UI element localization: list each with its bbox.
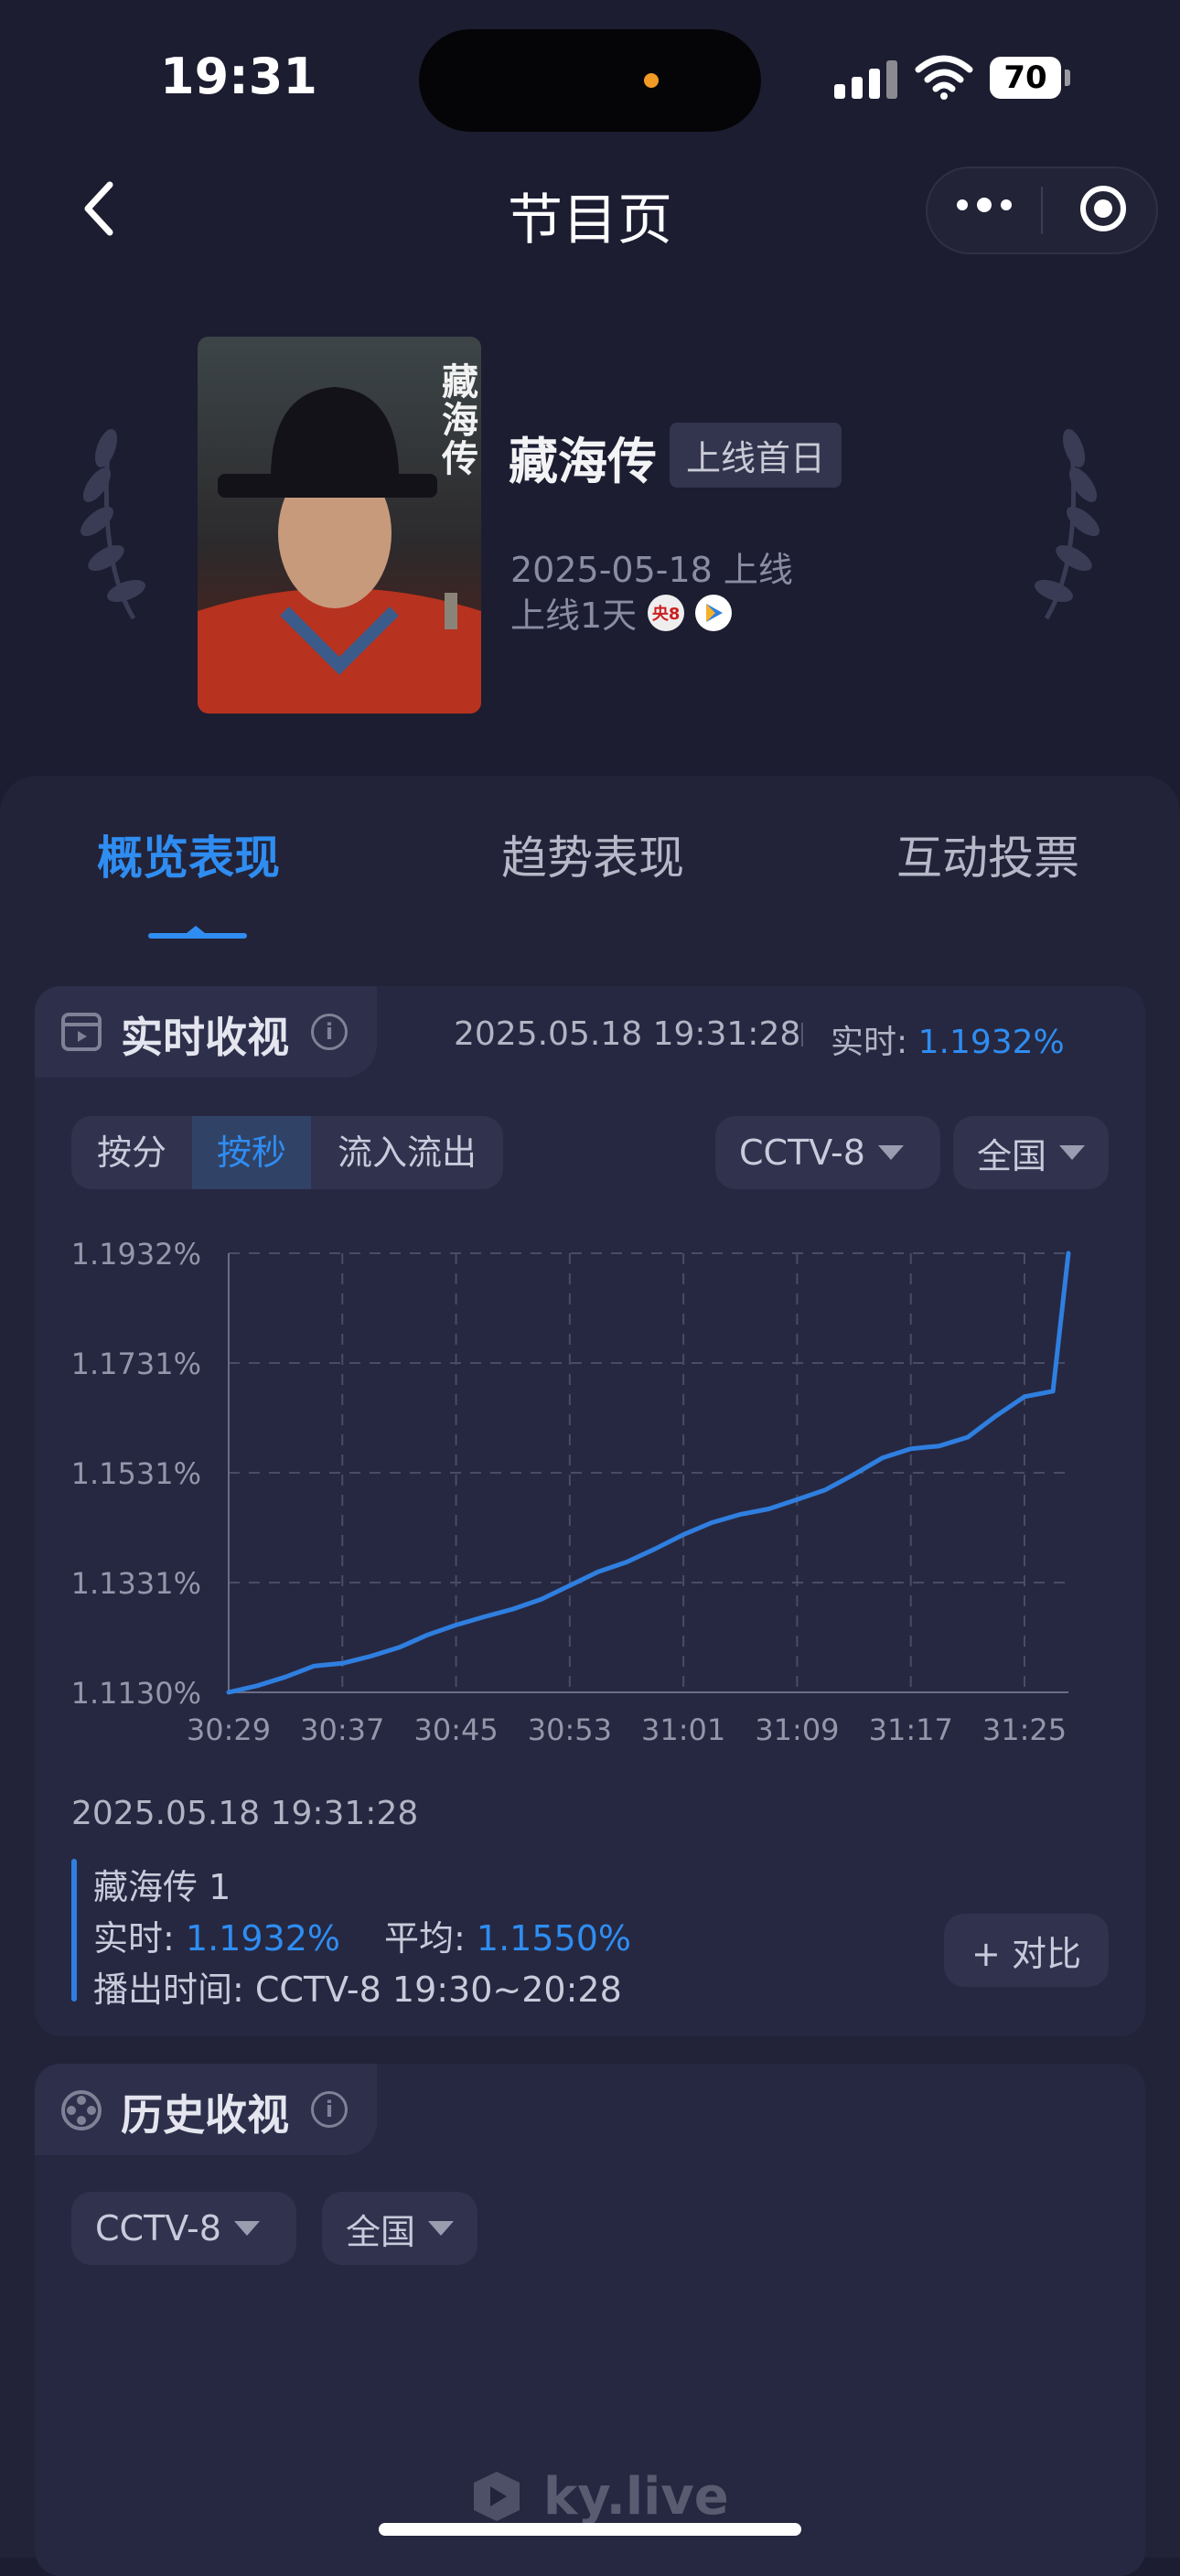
- mode-per-minute[interactable]: 按分: [71, 1116, 192, 1189]
- channel-select[interactable]: CCTV-8: [715, 1116, 940, 1189]
- y-tick-label: 1.1331%: [71, 1566, 201, 1601]
- history-channel-value: CCTV-8: [95, 2208, 221, 2249]
- x-tick-label: 31:01: [641, 1712, 725, 1747]
- watermark: ky.live: [467, 2466, 729, 2527]
- battery-nub: [1065, 70, 1070, 86]
- show-poster[interactable]: 藏海传: [198, 337, 481, 714]
- cellular-signal-icon: [834, 57, 897, 99]
- history-title: 历史收视: [121, 2090, 289, 2140]
- home-indicator: [379, 2523, 801, 2536]
- channel-chip-label: 央8: [651, 604, 681, 624]
- mode-per-second[interactable]: 按秒: [192, 1116, 311, 1189]
- detail-realtime: 实时: 1.1932%: [93, 1910, 340, 1960]
- battery-indicator: 70: [990, 57, 1061, 99]
- header-divider: [801, 1023, 803, 1046]
- online-days: 上线1天: [510, 596, 638, 636]
- realtime-header-label: 实时:: [831, 1024, 908, 1061]
- show-title: 藏海传: [509, 433, 657, 490]
- x-tick-label: 31:09: [755, 1712, 839, 1747]
- compare-button-label: + 对比: [971, 1933, 1081, 1974]
- streaming-platform-icon: [695, 594, 733, 631]
- realtime-ratings-chart: 1.1932% 1.1731% 1.1531% 1.1331% 1.1130%30:29…: [71, 1237, 1071, 1747]
- region-select-value: 全国: [977, 1135, 1047, 1176]
- episode-name: 藏海传 1: [93, 1867, 231, 1907]
- x-tick-label: 30:37: [300, 1712, 384, 1747]
- chevron-down-icon: [1059, 1145, 1085, 1160]
- tab-trend[interactable]: 趋势表现: [501, 821, 684, 887]
- detail-timestamp: 2025.05.18 19:31:28: [71, 1795, 419, 1832]
- realtime-title: 实时收视: [121, 1013, 289, 1062]
- detail-average: 平均: 1.1550%: [384, 1910, 631, 1960]
- compare-button[interactable]: + 对比: [944, 1914, 1109, 1987]
- history-region-select[interactable]: 全国: [322, 2192, 477, 2265]
- tv-icon: [61, 1013, 102, 1051]
- more-icon[interactable]: [957, 198, 1012, 212]
- history-info-icon[interactable]: i: [311, 2091, 348, 2128]
- detail-average-value: 1.1550%: [476, 1918, 631, 1959]
- detail-average-label: 平均:: [384, 1918, 466, 1959]
- mode-inflow-outflow[interactable]: 流入流出: [311, 1116, 503, 1189]
- realtime-timestamp: 2025.05.18 19:31:28: [454, 1015, 801, 1053]
- wifi-icon: [915, 55, 973, 100]
- online-days-row: 上线1天 央8: [510, 587, 733, 638]
- capsule-divider: [1041, 187, 1043, 234]
- x-tick-label: 30:45: [413, 1712, 498, 1747]
- chevron-down-icon: [428, 2221, 454, 2236]
- y-tick-label: 1.1731%: [71, 1347, 201, 1381]
- watermark-logo-icon: [474, 2472, 520, 2521]
- history-channel-select[interactable]: CCTV-8: [71, 2192, 296, 2265]
- camera-indicator-dot: [644, 73, 659, 88]
- x-tick-label: 30:29: [187, 1712, 271, 1747]
- x-tick-label: 31:17: [869, 1712, 953, 1747]
- laurel-right-icon: [1035, 429, 1100, 620]
- detail-realtime-label: 实时:: [93, 1918, 175, 1959]
- channel-select-value: CCTV-8: [739, 1132, 865, 1173]
- detail-airtime: 播出时间: CCTV-8 19:30~20:28: [93, 1970, 622, 2010]
- tab-active-indicator: [148, 933, 247, 939]
- y-tick-label: 1.1531%: [71, 1456, 201, 1491]
- detail-realtime-value: 1.1932%: [185, 1918, 340, 1959]
- detail-accent-bar: [71, 1859, 77, 2002]
- watermark-text: ky.live: [543, 2466, 729, 2527]
- tab-overview[interactable]: 概览表现: [97, 821, 280, 887]
- tab-vote[interactable]: 互动投票: [896, 821, 1079, 887]
- x-tick-label: 31:25: [982, 1712, 1067, 1747]
- premiere-badge: 上线首日: [670, 423, 842, 488]
- realtime-header-value: 实时: 1.1932%: [831, 1015, 1065, 1063]
- release-date: 2025-05-18 上线: [510, 550, 793, 590]
- x-tick-label: 30:53: [528, 1712, 612, 1747]
- dynamic-island: [419, 29, 761, 132]
- status-time: 19:31: [160, 48, 317, 105]
- y-tick-label: 1.1130%: [71, 1676, 201, 1711]
- cctv8-logo-icon: 央8: [648, 594, 685, 631]
- region-select[interactable]: 全国: [953, 1116, 1109, 1189]
- realtime-header-number: 1.1932%: [917, 1024, 1065, 1061]
- close-target-icon[interactable]: [1078, 183, 1129, 234]
- tab-indicator-notch: [187, 926, 205, 933]
- poster-title: 藏海传: [435, 362, 478, 478]
- history-region-value: 全国: [346, 2211, 416, 2252]
- film-reel-icon: [61, 2090, 102, 2131]
- battery-level: 70: [1003, 59, 1047, 96]
- realtime-info-icon[interactable]: i: [311, 1014, 348, 1050]
- chevron-down-icon: [233, 2221, 260, 2236]
- y-tick-label: 1.1932%: [71, 1237, 201, 1272]
- laurel-left-icon: [80, 429, 145, 620]
- chevron-down-icon: [877, 1145, 904, 1160]
